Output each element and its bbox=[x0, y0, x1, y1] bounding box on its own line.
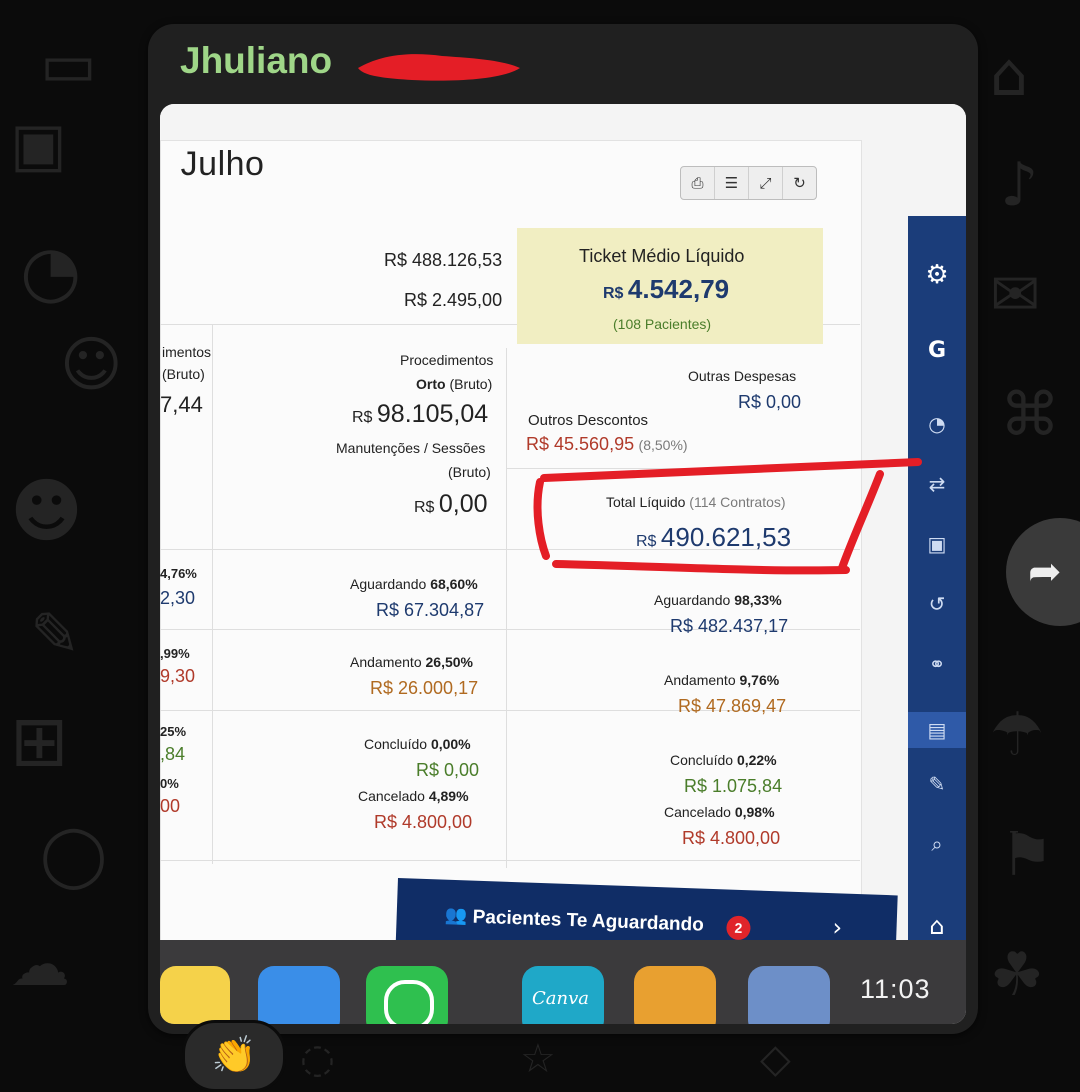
sender-name[interactable]: Jhuliano bbox=[180, 40, 332, 82]
manutencoes-label: Manutenções / Sessões bbox=[336, 440, 486, 456]
cut-label-line2: (Bruto) bbox=[162, 366, 205, 382]
sidebar-partial-label: G bbox=[927, 338, 947, 363]
mid-andamento-label: Andamento 26,50% bbox=[350, 654, 473, 670]
cut-label-line1: imentos bbox=[162, 344, 212, 360]
outros-descontos-value: R$ 45.560,95 (8,50%) bbox=[526, 434, 688, 454]
right-concluido-value: R$ 1.075,84 bbox=[684, 776, 783, 796]
manutencoes-sublabel: (Bruto) bbox=[448, 464, 491, 480]
right-andamento-label: Andamento 9,76% bbox=[664, 672, 780, 688]
cut-row4-val: 00 bbox=[160, 796, 181, 816]
card-toolbar: ⎙ ☰ ⤢ ↻ bbox=[680, 166, 817, 200]
archive-icon[interactable]: ▤ bbox=[908, 712, 966, 748]
right-aguardando-value: R$ 482.437,17 bbox=[670, 616, 789, 636]
search-icon[interactable]: ⌕ bbox=[908, 832, 966, 856]
monitor-screen: ▏Julho ⎙ ☰ ⤢ ↻ imentos (Bruto) 7,44 4,76… bbox=[160, 104, 966, 996]
gear-icon[interactable]: ⚙ bbox=[908, 260, 966, 290]
column-divider bbox=[506, 348, 507, 868]
preview-app-icon[interactable] bbox=[748, 966, 830, 1024]
history-icon[interactable]: ↺ bbox=[908, 592, 966, 616]
dashboard-title: ▏Julho bbox=[160, 145, 265, 183]
users-icon: 👥 bbox=[444, 904, 468, 927]
cut-row1-pct: 4,76% bbox=[160, 566, 197, 581]
mid-cancelado-label: Cancelado 4,89% bbox=[358, 788, 469, 804]
ticket-patients: (108 Pacientes) bbox=[613, 316, 712, 332]
procedimentos-sublabel: Orto (Bruto) bbox=[416, 376, 493, 392]
ticket-amount: R$ 4.542,79 bbox=[603, 274, 730, 304]
app-sidebar: ⚙ G ◔ ⇄ ▣ ↺ ⚭ ▤ ✎ ⌕ ⌂ bbox=[908, 216, 966, 996]
mid-aguardando-label: Aguardando 68,60% bbox=[350, 576, 478, 592]
cut-row3-pct: 25% bbox=[160, 724, 187, 739]
total-liquido-label: Total Líquido (114 Contratos) bbox=[606, 494, 786, 510]
row-divider bbox=[506, 468, 816, 469]
canva-label: Canva bbox=[532, 988, 589, 1009]
reaction-badge[interactable]: 👏 bbox=[182, 1020, 286, 1092]
row-divider bbox=[160, 860, 860, 861]
manutencoes-value: R$ 0,00 bbox=[414, 490, 488, 518]
right-concluido-label: Concluído 0,22% bbox=[670, 752, 777, 768]
whatsapp-app-icon[interactable] bbox=[366, 966, 448, 1024]
right-andamento-value: R$ 47.869,47 bbox=[678, 696, 787, 716]
total-liquido-value: R$ 490.621,53 bbox=[636, 522, 792, 552]
gross-total: R$ 488.126,53 bbox=[384, 250, 503, 270]
right-cancelado-label: Cancelado 0,98% bbox=[664, 804, 775, 820]
cut-row2-val: 9,30 bbox=[160, 666, 196, 686]
inbox-icon[interactable]: ⎙ bbox=[681, 167, 715, 199]
outras-despesas-label: Outras Despesas bbox=[688, 368, 797, 384]
expand-icon[interactable]: ⤢ bbox=[749, 167, 783, 199]
right-cancelado-value: R$ 4.800,00 bbox=[682, 828, 781, 848]
procedimentos-value: R$ 98.105,04 bbox=[352, 400, 489, 428]
banner-count-badge: 2 bbox=[726, 915, 751, 941]
notes-app-icon[interactable] bbox=[160, 966, 230, 1024]
procedimentos-label: Procedimentos bbox=[400, 352, 494, 368]
dashboard-gauge-icon[interactable]: ◔ bbox=[908, 412, 966, 436]
column-divider bbox=[212, 324, 213, 864]
refresh-icon[interactable]: ↻ bbox=[783, 167, 816, 199]
redacted-surname-scribble bbox=[358, 54, 520, 81]
outros-descontos-label: Outros Descontos bbox=[528, 412, 649, 429]
shared-photo[interactable]: ▏Julho ⎙ ☰ ⤢ ↻ imentos (Bruto) 7,44 4,76… bbox=[160, 104, 966, 1024]
banner-label: Pacientes Te Aguardando bbox=[472, 906, 705, 936]
message-time: 11:03 bbox=[860, 974, 931, 1004]
chevron-right-icon[interactable]: › bbox=[832, 913, 843, 941]
ticket-medio-panel: Ticket Médio Líquido R$ 4.542,79 (108 Pa… bbox=[517, 228, 823, 344]
cut-row4-pct: 0% bbox=[160, 776, 179, 791]
cut-value: 7,44 bbox=[160, 392, 203, 417]
pages-app-icon[interactable] bbox=[634, 966, 716, 1024]
canva-app-icon[interactable]: Canva bbox=[522, 966, 604, 1024]
mid-aguardando-value: R$ 67.304,87 bbox=[376, 600, 485, 620]
transfer-icon[interactable]: ⇄ bbox=[908, 472, 966, 496]
cut-row1-val: 2,30 bbox=[160, 588, 196, 608]
outras-despesas-value: R$ 0,00 bbox=[738, 392, 802, 412]
right-aguardando-label: Aguardando 98,33% bbox=[654, 592, 782, 608]
macos-dock: Canva bbox=[160, 940, 966, 1024]
cut-row2-pct: ,99% bbox=[160, 646, 190, 661]
basket-icon[interactable]: ⌂ bbox=[908, 912, 966, 940]
syringe-icon[interactable]: ✎ bbox=[908, 772, 966, 796]
mid-concluido-label: Concluído 0,00% bbox=[364, 736, 471, 752]
list-icon[interactable]: ☰ bbox=[715, 167, 749, 199]
mid-cancelado-value: R$ 4.800,00 bbox=[374, 812, 473, 832]
secondary-total: R$ 2.495,00 bbox=[404, 290, 503, 310]
mid-andamento-value: R$ 26.000,17 bbox=[370, 678, 479, 698]
calendar-check-icon[interactable]: ▣ bbox=[908, 532, 966, 556]
handshake-icon[interactable]: ⚭ bbox=[908, 652, 966, 676]
keynote-app-icon[interactable] bbox=[258, 966, 340, 1024]
mid-concluido-value: R$ 0,00 bbox=[416, 760, 480, 780]
ticket-label: Ticket Médio Líquido bbox=[579, 246, 745, 266]
cut-row3-val: ,84 bbox=[160, 744, 186, 764]
